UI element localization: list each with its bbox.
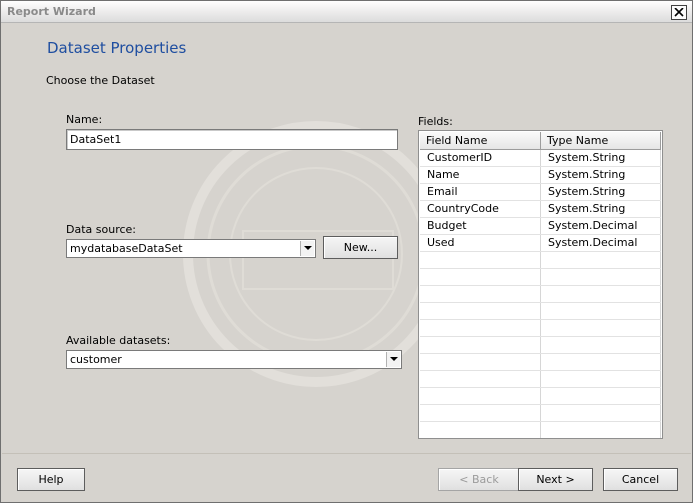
type-name-cell: System.Decimal: [541, 235, 661, 251]
type-name-cell: System.Decimal: [541, 218, 661, 234]
datasets-value: customer: [70, 353, 122, 366]
empty-row[interactable]: [420, 303, 661, 320]
field-name-cell: [420, 422, 541, 438]
name-label: Name:: [66, 113, 103, 126]
empty-row[interactable]: [420, 252, 661, 269]
type-name-cell: [541, 354, 661, 370]
cancel-button[interactable]: Cancel: [603, 468, 678, 491]
field-name-cell: [420, 354, 541, 370]
datasets-label: Available datasets:: [66, 334, 171, 347]
type-name-cell: [541, 337, 661, 353]
table-row[interactable]: Used System.Decimal: [420, 235, 661, 252]
window-title: Report Wizard: [7, 5, 96, 18]
title-bar[interactable]: Report Wizard: [1, 1, 692, 23]
footer-divider: [2, 453, 691, 454]
type-name-cell: [541, 303, 661, 319]
type-name-cell: [541, 405, 661, 421]
datasets-dropdown-button[interactable]: [386, 352, 400, 367]
close-button[interactable]: [671, 5, 687, 20]
column-header-field-name[interactable]: Field Name: [420, 132, 541, 149]
type-name-cell: [541, 320, 661, 336]
empty-row[interactable]: [420, 354, 661, 371]
name-input[interactable]: DataSet1: [66, 129, 398, 150]
page-title: Dataset Properties: [47, 39, 187, 57]
type-name-cell: [541, 422, 661, 438]
field-name-cell: [420, 252, 541, 268]
close-icon: [674, 8, 684, 17]
empty-row[interactable]: [420, 337, 661, 354]
table-row[interactable]: CustomerID System.String: [420, 150, 661, 167]
field-name-cell: [420, 303, 541, 319]
datasource-select[interactable]: mydatabaseDataSet: [66, 239, 316, 258]
field-name-cell: Name: [420, 167, 541, 183]
field-name-cell: Email: [420, 184, 541, 200]
empty-row[interactable]: [420, 320, 661, 337]
new-datasource-button[interactable]: New...: [323, 236, 398, 259]
table-row[interactable]: Email System.String: [420, 184, 661, 201]
chevron-down-icon: [390, 357, 398, 361]
empty-row[interactable]: [420, 388, 661, 405]
empty-row[interactable]: [420, 286, 661, 303]
field-name-cell: Budget: [420, 218, 541, 234]
datasource-value: mydatabaseDataSet: [70, 242, 183, 255]
field-name-cell: [420, 371, 541, 387]
datasets-select[interactable]: customer: [66, 350, 402, 369]
type-name-cell: System.String: [541, 167, 661, 183]
field-name-cell: [420, 388, 541, 404]
back-button[interactable]: < Back: [438, 468, 520, 491]
empty-row[interactable]: [420, 269, 661, 286]
field-name-cell: [420, 320, 541, 336]
page-subtitle: Choose the Dataset: [46, 74, 155, 87]
datasource-label: Data source:: [66, 223, 136, 236]
empty-row[interactable]: [420, 405, 661, 422]
table-row[interactable]: Budget System.Decimal: [420, 218, 661, 235]
fields-label: Fields:: [418, 115, 453, 128]
type-name-cell: System.String: [541, 201, 661, 217]
type-name-cell: [541, 269, 661, 285]
datasource-dropdown-button[interactable]: [300, 241, 314, 256]
field-name-cell: Used: [420, 235, 541, 251]
field-name-cell: CountryCode: [420, 201, 541, 217]
empty-row[interactable]: [420, 422, 661, 438]
type-name-cell: [541, 371, 661, 387]
fields-grid[interactable]: Field Name Type Name CustomerID System.St…: [418, 130, 663, 439]
chevron-down-icon: [304, 246, 312, 250]
column-header-type-name[interactable]: Type Name: [541, 132, 661, 149]
table-row[interactable]: Name System.String: [420, 167, 661, 184]
type-name-cell: [541, 388, 661, 404]
empty-row[interactable]: [420, 371, 661, 388]
field-name-cell: CustomerID: [420, 150, 541, 166]
next-button[interactable]: Next >: [518, 468, 593, 491]
field-name-cell: [420, 269, 541, 285]
type-name-cell: [541, 286, 661, 302]
field-name-cell: [420, 337, 541, 353]
table-row[interactable]: CountryCode System.String: [420, 201, 661, 218]
field-name-cell: [420, 405, 541, 421]
field-name-cell: [420, 286, 541, 302]
help-button[interactable]: Help: [17, 468, 85, 491]
grid-header: Field Name Type Name: [420, 132, 661, 150]
type-name-cell: [541, 252, 661, 268]
type-name-cell: System.String: [541, 150, 661, 166]
report-wizard-window: Report Wizard Dataset Properties Choose …: [0, 0, 693, 503]
type-name-cell: System.String: [541, 184, 661, 200]
